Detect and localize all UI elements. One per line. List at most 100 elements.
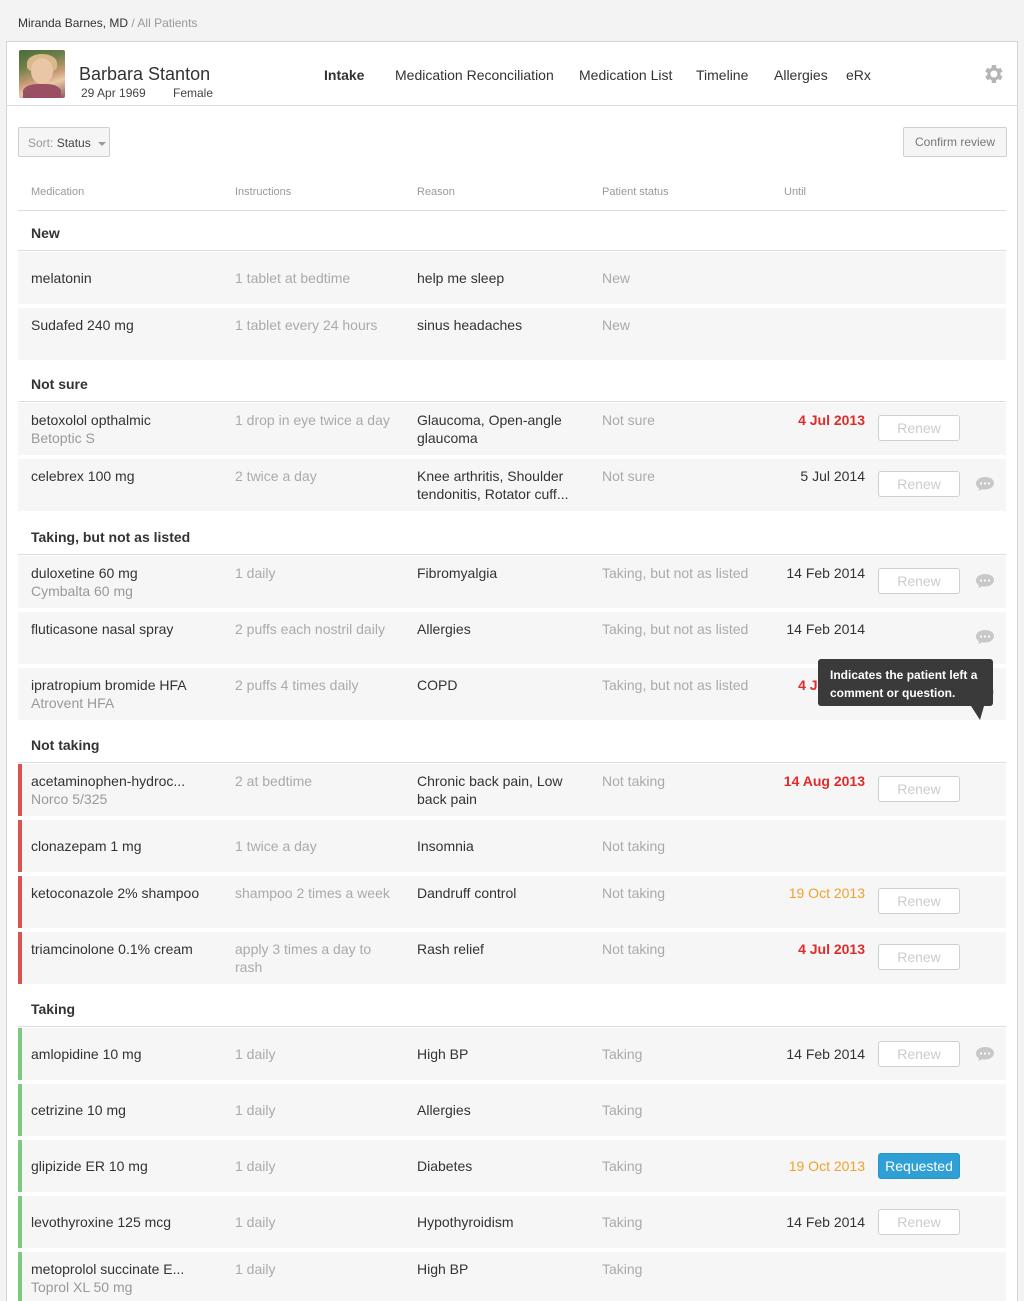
table-row[interactable]: levothyroxine 125 mcg 1 daily Hypothyroidi… xyxy=(18,1196,1006,1248)
table-row[interactable]: cetrizine 10 mg 1 daily Allergies Taking xyxy=(18,1084,1006,1136)
table-row[interactable]: betoxolol opthalmic Betoptic S 1 drop in e… xyxy=(18,403,1006,455)
medication-cell: betoxolol opthalmic Betoptic S xyxy=(31,411,216,447)
until-cell: 19 Oct 2013 xyxy=(788,1158,865,1174)
patient-status-cell: Taking, but not as listed xyxy=(602,565,749,581)
comment-icon[interactable] xyxy=(975,629,995,645)
instructions-cell: 1 twice a day xyxy=(235,838,317,854)
table-row[interactable]: acetaminophen-hydroc... Norco 5/325 2 at b… xyxy=(18,764,1006,816)
avatar xyxy=(19,50,65,98)
instructions-cell: 1 daily xyxy=(235,565,276,581)
sort-label: Sort: xyxy=(28,136,54,150)
instructions-cell: 2 puffs 4 times daily xyxy=(235,677,359,693)
renew-button[interactable]: Renew xyxy=(878,1041,960,1067)
sort-dropdown[interactable]: Sort: Status xyxy=(18,127,110,157)
instructions-cell: 1 tablet every 24 hours xyxy=(235,317,378,333)
comment-icon[interactable] xyxy=(975,573,995,589)
medication-name: duloxetine 60 mg xyxy=(31,565,138,581)
medication-name: Sudafed 240 mg xyxy=(31,317,134,333)
group-title: Not sure xyxy=(31,376,88,392)
sort-value: Status xyxy=(56,136,91,150)
medication-cell: cetrizine 10 mg xyxy=(31,1101,216,1119)
instructions-cell: 1 daily xyxy=(235,1046,276,1062)
patient-status-cell: Not sure xyxy=(602,468,655,484)
table-row[interactable]: triamcinolone 0.1% cream apply 3 times a … xyxy=(18,932,1006,984)
breadcrumb-current[interactable]: All Patients xyxy=(137,16,197,30)
column-header-until: Until xyxy=(784,186,807,198)
table-row[interactable]: celebrex 100 mg 2 twice a day Knee arthrit… xyxy=(18,459,1006,511)
group-title: Taking, but not as listed xyxy=(31,529,191,545)
patient-status-cell: Not taking xyxy=(602,941,666,957)
renew-button[interactable]: Renew xyxy=(878,944,960,970)
renew-button[interactable]: Renew xyxy=(878,1209,960,1235)
instructions-cell: 1 tablet at bedtime xyxy=(235,270,351,286)
table-row[interactable]: metoprolol succinate E... Toprol XL 50 mg… xyxy=(18,1252,1006,1301)
comment-icon[interactable] xyxy=(975,476,995,492)
patient-status-cell: Taking xyxy=(602,1046,643,1062)
tab-erx[interactable]: eRx xyxy=(846,67,871,83)
table-row[interactable]: amlopidine 10 mg 1 daily High BP Taking 14 F… xyxy=(18,1028,1006,1080)
reason-cell: High BP xyxy=(417,1261,469,1277)
medication-cell: duloxetine 60 mg Cymbalta 60 mg xyxy=(31,564,216,600)
breadcrumb: Miranda Barnes, MD / All Patients xyxy=(18,16,197,30)
medication-cell: melatonin xyxy=(31,269,216,287)
patient-status-cell: Taking, but not as listed xyxy=(602,621,749,637)
table-row[interactable]: ketoconazole 2% shampoo shampoo 2 times a… xyxy=(18,876,1006,928)
table-row[interactable]: duloxetine 60 mg Cymbalta 60 mg 1 daily Fib… xyxy=(18,556,1006,608)
group-header-taking: Taking xyxy=(18,987,1006,1027)
chevron-down-icon xyxy=(98,141,107,146)
medication-name: triamcinolone 0.1% cream xyxy=(31,941,193,957)
column-header-reason: Reason xyxy=(417,186,455,198)
table-row[interactable]: melatonin 1 tablet at bedtime help me slee… xyxy=(18,252,1006,304)
group-header-taking-but-not-as-listed: Taking, but not as listed xyxy=(18,515,1006,555)
reason-cell: Chronic back pain, Low back pain xyxy=(417,773,563,807)
tab-timeline[interactable]: Timeline xyxy=(696,67,748,83)
tooltip-text: Indicates the patient left a comment or … xyxy=(830,668,978,700)
table-row[interactable]: clonazepam 1 mg 1 twice a day Insomnia Not … xyxy=(18,820,1006,872)
gear-icon[interactable] xyxy=(981,62,1005,86)
patient-header: Barbara Stanton 29 Apr 1969 Female Intak… xyxy=(7,42,1017,106)
tab-medication-reconciliation[interactable]: Medication Reconciliation xyxy=(395,67,554,83)
table-row[interactable]: fluticasone nasal spray 2 puffs each nost… xyxy=(18,612,1006,664)
table-row[interactable]: glipizide ER 10 mg 1 daily Diabetes Taking 1… xyxy=(18,1140,1006,1192)
until-cell: 14 Feb 2014 xyxy=(786,1214,865,1230)
tab-intake[interactable]: Intake xyxy=(324,67,364,83)
medication-cell: Sudafed 240 mg xyxy=(31,316,216,334)
renew-button[interactable]: Renew xyxy=(878,888,960,914)
renew-button[interactable]: Renew xyxy=(878,415,960,441)
requested-button[interactable]: Requested xyxy=(878,1153,960,1179)
medication-brand: Norco 5/325 xyxy=(31,791,108,807)
instructions-cell: 1 daily xyxy=(235,1102,276,1118)
patient-status-cell: Not taking xyxy=(602,838,666,854)
reason-cell: Glaucoma, Open-angle glaucoma xyxy=(417,412,562,446)
medication-name: cetrizine 10 mg xyxy=(31,1102,126,1118)
patient-sex: Female xyxy=(173,86,214,100)
patient-status-cell: Taking xyxy=(602,1158,643,1174)
patient-status-cell: New xyxy=(602,270,631,286)
table-row[interactable]: Sudafed 240 mg 1 tablet every 24 hours sin… xyxy=(18,308,1006,360)
tab-medication-list[interactable]: Medication List xyxy=(579,67,672,83)
medication-brand: Toprol XL 50 mg xyxy=(31,1279,133,1295)
patient-name: Barbara Stanton xyxy=(79,64,211,84)
reason-cell: High BP xyxy=(417,1046,469,1062)
group-header-not-taking: Not taking xyxy=(18,723,1006,763)
medication-name: fluticasone nasal spray xyxy=(31,621,174,637)
tab-allergies[interactable]: Allergies xyxy=(774,67,828,83)
until-cell: 14 Feb 2014 xyxy=(786,621,865,637)
until-cell: 5 Jul 2014 xyxy=(800,468,865,484)
medication-cell: acetaminophen-hydroc... Norco 5/325 xyxy=(31,772,216,808)
patient-status-cell: Not taking xyxy=(602,773,666,789)
renew-button[interactable]: Renew xyxy=(878,568,960,594)
breadcrumb-doctor[interactable]: Miranda Barnes, MD xyxy=(18,16,128,30)
medication-brand: Atrovent HFA xyxy=(31,695,115,711)
instructions-cell: shampoo 2 times a week xyxy=(235,885,390,901)
comment-icon[interactable] xyxy=(975,1046,995,1062)
medication-name: glipizide ER 10 mg xyxy=(31,1158,148,1174)
patient-status-cell: Taking xyxy=(602,1261,643,1277)
medication-cell: ketoconazole 2% shampoo xyxy=(31,884,216,902)
instructions-cell: 2 twice a day xyxy=(235,468,317,484)
renew-button[interactable]: Renew xyxy=(878,776,960,802)
confirm-review-button[interactable]: Confirm review xyxy=(903,127,1007,157)
reason-cell: Rash relief xyxy=(417,941,484,957)
renew-button[interactable]: Renew xyxy=(878,471,960,497)
medication-cell: ipratropium bromide HFA Atrovent HFA xyxy=(31,676,216,712)
